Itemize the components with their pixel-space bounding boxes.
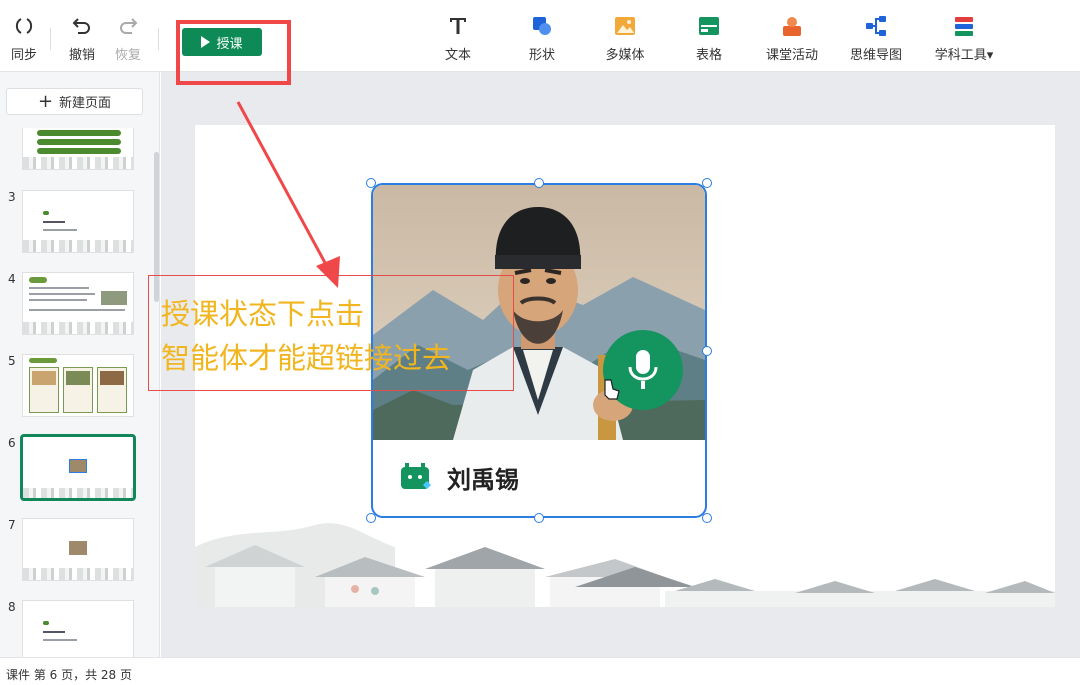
annotation-arrow — [236, 101, 340, 288]
status-bar: 课件 第 6 页，共 28 页 — [0, 657, 1080, 685]
page-indicator: 课件 第 6 页，共 28 页 — [6, 668, 132, 682]
app-window: 同步 撤销 恢复 授课 文本 形状 多媒体 表格 课堂活动 思维导图 学科工具▾… — [0, 0, 1080, 685]
